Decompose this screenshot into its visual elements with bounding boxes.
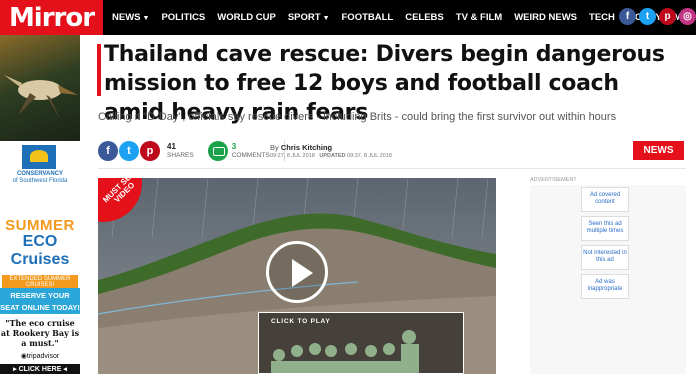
ad-summer-text: SUMMER	[5, 217, 75, 234]
nav-item-tech[interactable]: TECH	[589, 12, 615, 23]
ad-feedback-covered[interactable]: Ad covered content	[581, 187, 629, 212]
ad-org-name: CONSERVANCY	[16, 171, 64, 177]
nav-item-label: WEIRD NEWS	[514, 12, 578, 23]
video-player[interactable]: MUST SEE VIDEO CLICK TO PLAY	[98, 178, 496, 374]
nav-item-label: FOOTBALL	[341, 12, 394, 23]
author-link[interactable]: Chris Kitching	[281, 143, 332, 152]
updated-label: UPDATED	[319, 153, 346, 159]
nav-item-politics[interactable]: POLITICS	[161, 12, 205, 23]
ad-feedback-not-interested[interactable]: Not interested in this ad	[581, 245, 629, 270]
comment-count-value: 3	[231, 142, 237, 151]
share-twitter-icon[interactable]: t	[119, 141, 139, 161]
left-advertisement[interactable]: CONSERVANCY of Southwest Florida SUMMER …	[0, 35, 80, 374]
share-bar: f t p 41 SHARES 3 COMMENTS	[98, 140, 285, 162]
play-button[interactable]	[266, 241, 328, 303]
nav-item-label: TV & FILM	[455, 12, 503, 23]
pelican-photo	[0, 35, 80, 141]
chevron-down-icon: ▼	[142, 15, 150, 22]
instagram-icon[interactable]: ◎	[679, 8, 696, 25]
article-standfirst: Calling it "D-Day", officials say rescue…	[98, 111, 617, 123]
nav-item-weird-news[interactable]: WEIRD NEWS	[514, 12, 577, 23]
nav-item-label: TECH	[589, 12, 615, 23]
tripadvisor-label: tripadvisor	[26, 353, 60, 360]
comment-count[interactable]: 3 COMMENTS	[232, 142, 270, 160]
article-dates: 09:27, 8 JUL 2018 UPDATED 09:37, 8 JUL 2…	[270, 153, 392, 159]
nav-item-football[interactable]: FOOTBALL	[342, 12, 394, 23]
ad-eco-cruises: ECO Cruises	[10, 233, 70, 268]
ad-quote: "The eco cruise at Rookery Bay is a must…	[0, 318, 80, 348]
click-to-play-panel[interactable]: CLICK TO PLAY	[258, 312, 464, 374]
ad-feedback-seen[interactable]: Seen this ad multiple times	[581, 216, 629, 241]
nav-item-label: CELEBS	[405, 12, 444, 23]
share-pinterest-icon[interactable]: p	[140, 141, 160, 161]
ad-org-sub: of Southwest Florida	[12, 178, 68, 184]
comments-icon[interactable]	[207, 141, 228, 161]
play-icon	[292, 259, 313, 287]
nav-menu: NEWS ▼ POLITICS WORLD CUP SPORT ▼ FOOTBALL…	[112, 0, 696, 35]
share-count: 41 SHARES	[167, 142, 194, 160]
boys-figures-illustration	[271, 330, 419, 373]
category-badge[interactable]: NEWS	[633, 141, 684, 160]
tripadvisor-logo: ◉tripadvisor	[20, 353, 60, 360]
byline-prefix: By	[270, 143, 279, 152]
published-date: 09:27, 8 JUL 2018	[270, 153, 315, 159]
nav-item-label: WORLD CUP	[217, 12, 276, 23]
facebook-icon[interactable]: f	[619, 8, 636, 25]
nav-item-label: NEWS	[112, 12, 141, 23]
headline-accent-bar	[97, 44, 101, 96]
share-count-value: 41	[167, 142, 176, 151]
share-facebook-icon[interactable]: f	[98, 141, 118, 161]
nav-item-news[interactable]: NEWS ▼	[112, 12, 149, 23]
comment-count-label: COMMENTS	[231, 152, 270, 159]
advertisement-label: ADVERTISEMENT	[530, 177, 577, 183]
social-links: f t p ◎	[616, 8, 696, 25]
top-navigation: Mirror NEWS ▼ POLITICS WORLD CUP SPORT ▼ F…	[0, 0, 696, 35]
divider	[98, 168, 686, 169]
byline: By Chris Kitching	[270, 143, 332, 152]
pinterest-icon[interactable]: p	[659, 8, 676, 25]
nav-item-celebs[interactable]: CELEBS	[405, 12, 444, 23]
nav-item-sport[interactable]: SPORT ▼	[288, 12, 330, 23]
nav-item-label: SPORT	[287, 12, 321, 23]
chevron-down-icon: ▼	[322, 15, 330, 22]
ad-feedback-inappropriate[interactable]: Ad was inappropriate	[581, 274, 629, 299]
nav-item-world-cup[interactable]: WORLD CUP	[217, 12, 276, 23]
ad-click-here-button[interactable]: ▸ CLICK HERE ◂	[0, 364, 80, 374]
mirror-logo[interactable]: Mirror	[0, 0, 103, 35]
conservancy-logo	[22, 145, 56, 169]
twitter-icon[interactable]: t	[639, 8, 656, 25]
ad-extended: EXTENDED SUMMER CRUISES!	[2, 275, 78, 289]
nav-item-tv-film[interactable]: TV & FILM	[456, 12, 502, 23]
ad-reserve-cta[interactable]: RESERVE YOUR SEAT ONLINE TODAY!	[0, 288, 80, 314]
updated-date: 09:37, 8 JUL 2018	[347, 153, 392, 159]
share-count-label: SHARES	[167, 152, 194, 159]
nav-item-label: POLITICS	[161, 12, 206, 23]
